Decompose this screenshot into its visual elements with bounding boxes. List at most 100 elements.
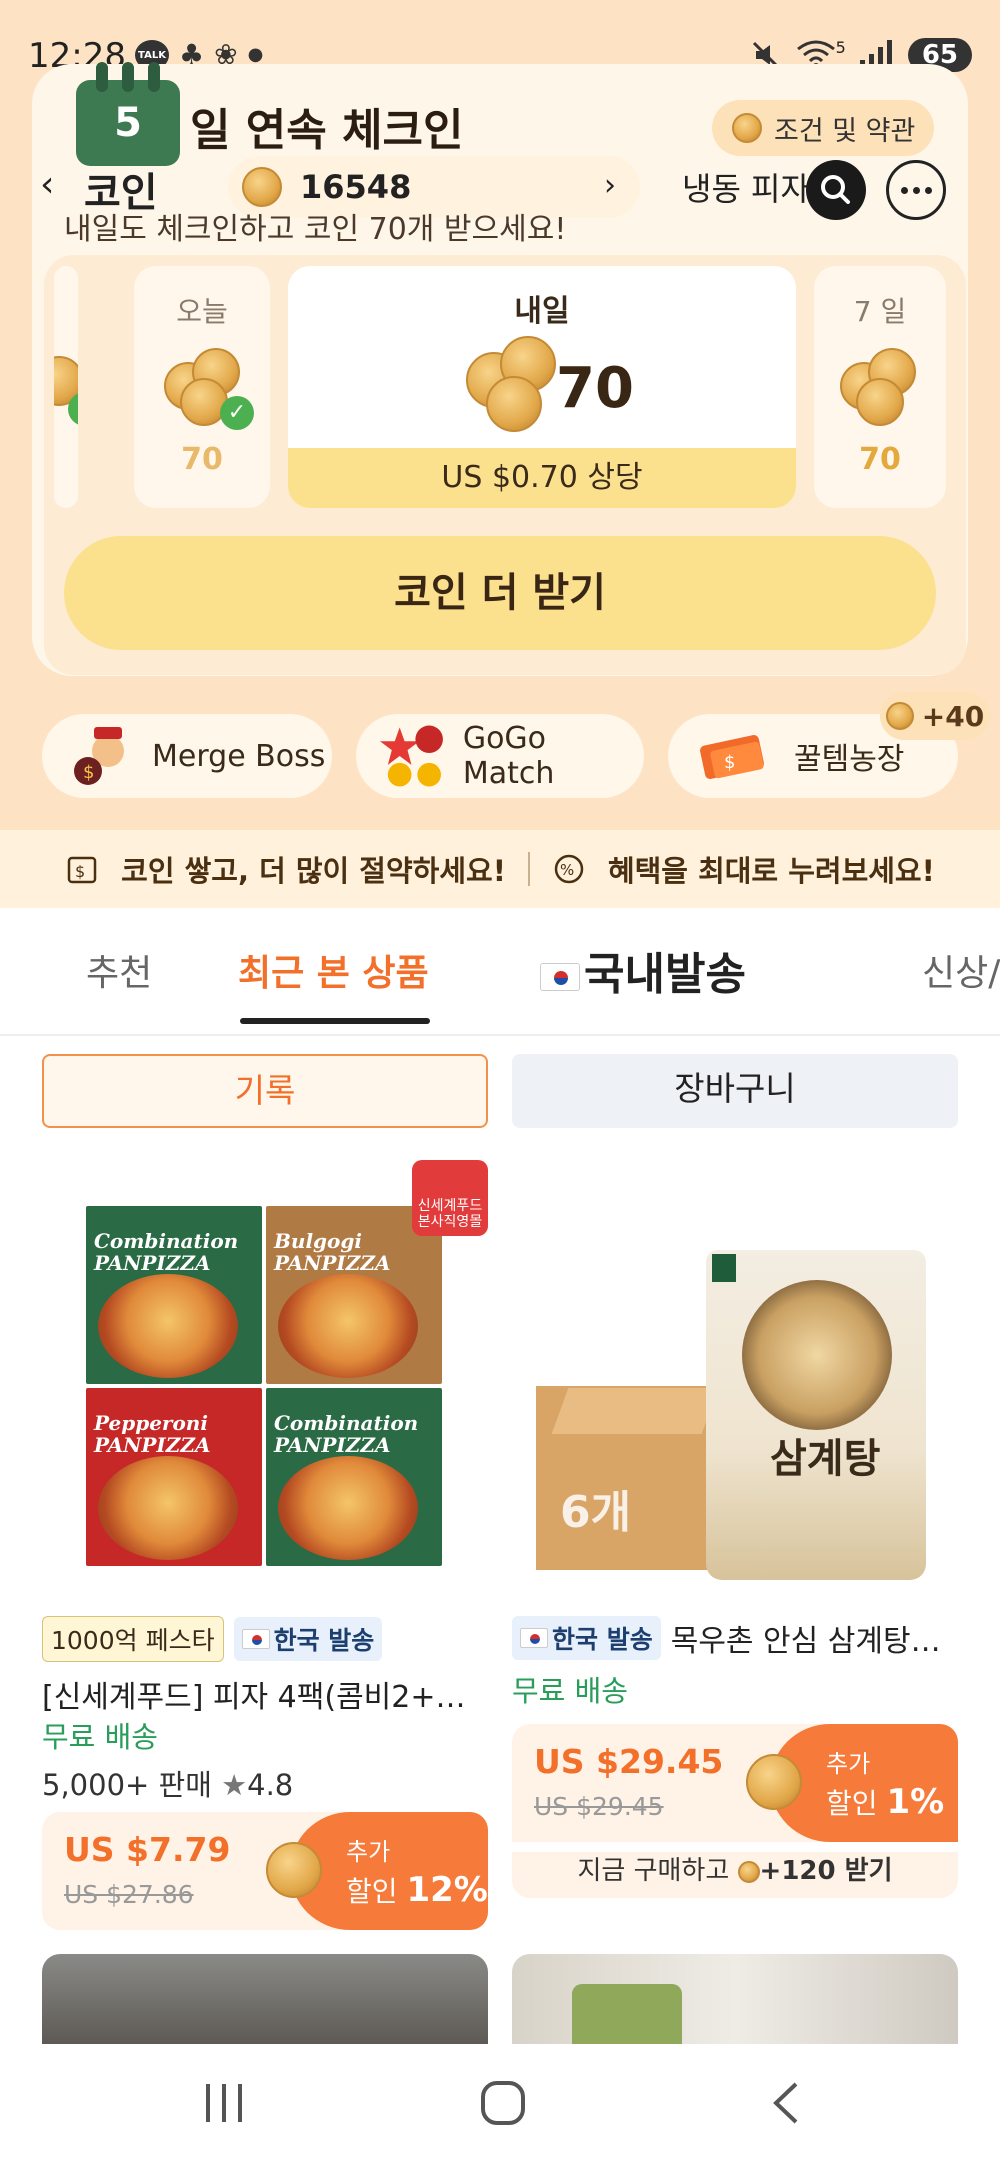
tab-recommended[interactable]: 추천 <box>86 944 152 996</box>
pizza-name: Pepperoni PANPIZZA <box>94 1411 211 1457</box>
home-icon[interactable] <box>480 2080 526 2126</box>
coin-icon <box>242 167 282 207</box>
game-merge-boss[interactable]: $ Merge Boss <box>42 714 332 798</box>
tomorrow-value: US $0.70 상당 <box>288 448 796 508</box>
next-product-card[interactable] <box>512 1954 958 2044</box>
discount-percent: 1% <box>886 1782 945 1822</box>
check-icon: ✓ <box>220 396 254 430</box>
price: US $29.45 <box>534 1742 724 1781</box>
korea-flag-icon <box>540 963 580 991</box>
discount-percent: 12% <box>406 1870 488 1910</box>
extra-discount: 추가 할인 12% <box>266 1812 488 1930</box>
more-options-button[interactable] <box>886 160 946 220</box>
product-tags: 1000억 페스타 한국 발송 <box>42 1616 383 1662</box>
next-product-card[interactable] <box>42 1954 488 2044</box>
recents-icon[interactable] <box>200 2080 250 2126</box>
game-label: GoGo Match <box>462 721 555 791</box>
chevron-left-icon[interactable]: ‹ <box>40 164 54 205</box>
checkin-subtitle: 내일도 체크인하고 코인 70개 받으세요! <box>64 212 567 247</box>
status-bar: 12:28 TALK ♣ ❀ ● 5 65 <box>0 0 1000 76</box>
extra-label: 추가 <box>346 1838 391 1866</box>
coin-icon <box>737 1860 760 1883</box>
pouch-title: 삼계탕 <box>770 1435 881 1482</box>
day-amount: 70 <box>181 442 223 477</box>
history-button[interactable]: 기록 <box>42 1054 488 1128</box>
extra-label: 추가 <box>826 1750 871 1778</box>
day-card-today: 오늘 ✓ 70 <box>134 266 270 508</box>
coupon-icon: $ <box>67 856 97 884</box>
savings-banner: $ 코인 쌓고, 더 많이 절약하세요! % 혜택을 최대로 누려보세요! <box>0 830 1000 908</box>
day-label: 오늘 <box>176 295 228 328</box>
free-shipping-label: 무료 배송 <box>42 1720 158 1754</box>
price-box[interactable]: US $7.79 US $27.86 추가 할인 12% <box>42 1812 488 1930</box>
day-card-previous: 일 ✓ 0 <box>54 266 78 508</box>
game-gogo-match[interactable]: GoGo Match <box>356 714 644 798</box>
day-card-day7: 7 일 70 <box>814 266 946 508</box>
pizza-name: Bulgogi PANPIZZA <box>274 1229 391 1275</box>
search-term[interactable]: 냉동 피자 <box>682 164 810 210</box>
tomorrow-amount: 70 <box>556 356 634 421</box>
category-tabs: 추천 최근 본 상품 국내발송 신상/ <box>0 908 1000 1036</box>
pizza-box: Combination PANPIZZA <box>266 1388 442 1566</box>
streak-days: 5 <box>114 100 142 146</box>
brand-badge: 신세계푸드 본사직영몰 <box>412 1160 488 1236</box>
samgyetang-bowl <box>742 1280 892 1430</box>
cart-button[interactable]: 장바구니 <box>512 1054 958 1128</box>
coin-icon <box>746 1754 802 1810</box>
extra-discount: 추가 할인 1% <box>746 1724 958 1842</box>
festa-tag: 1000억 페스타 <box>42 1616 224 1662</box>
checkin-title: 일 연속 체크인 <box>190 105 464 156</box>
farm-bonus-badge: +40 <box>880 692 990 740</box>
day-amount: 70 <box>859 442 901 477</box>
product-thumbnail <box>572 1984 682 2044</box>
bonus-value: +40 <box>921 699 985 733</box>
price: US $7.79 <box>64 1830 231 1869</box>
coin-icon <box>732 113 762 143</box>
product-title[interactable]: 목우촌 안심 삼계탕 8... <box>671 1616 941 1660</box>
wifi-badge: 5 <box>835 37 846 57</box>
coin-icon <box>266 1842 322 1898</box>
tab-recently-viewed[interactable]: 최근 본 상품 <box>238 944 429 996</box>
merge-boss-icon: $ <box>74 727 124 785</box>
terms-button[interactable]: 조건 및 약관 <box>712 100 934 156</box>
gogo-match-icon <box>380 725 443 787</box>
rating: 4.8 <box>247 1768 294 1802</box>
svg-text:$: $ <box>83 762 94 783</box>
price-box[interactable]: US $29.45 US $29.45 추가 할인 1% <box>512 1724 958 1842</box>
search-button[interactable] <box>806 160 866 220</box>
product-title[interactable]: [신세계푸드] 피자 4팩(콤비2+페... <box>42 1672 488 1716</box>
brand-logo <box>712 1254 736 1282</box>
svg-text:$: $ <box>724 752 735 773</box>
back-icon[interactable] <box>766 2080 806 2126</box>
korea-flag-icon <box>241 1629 270 1649</box>
search-icon <box>821 175 850 204</box>
chevron-right-icon[interactable]: › <box>604 168 616 203</box>
system-nav-bar <box>0 2044 1000 2167</box>
coin-balance-value: 16548 <box>300 168 412 206</box>
buy-now-bonus: 지금 구매하고 +120 받기 <box>512 1852 958 1898</box>
korea-shipping-tag: 한국 발송 <box>233 1617 383 1661</box>
tab-domestic-shipping[interactable]: 국내발송 <box>540 938 746 1002</box>
day-label: 내일 <box>514 294 570 329</box>
original-price: US $27.86 <box>64 1880 194 1909</box>
percent-badge-icon: % <box>554 854 584 884</box>
star-icon: ★ <box>221 1768 248 1802</box>
product-image-pizza[interactable]: Combination PANPIZZA Bulgogi PANPIZZA Pe… <box>86 1206 442 1566</box>
pizza-box: Combination PANPIZZA <box>86 1206 262 1384</box>
coin-icon <box>885 702 914 730</box>
svg-text:$: $ <box>75 862 85 881</box>
pizza-name: Combination PANPIZZA <box>274 1411 419 1457</box>
korea-flag-icon <box>520 1628 548 1648</box>
more-icon <box>900 186 908 194</box>
pizza-box: Pepperoni PANPIZZA <box>86 1388 262 1566</box>
svg-text:%: % <box>560 861 574 879</box>
game-label: 꿀템농장 <box>794 742 905 777</box>
active-tab-indicator <box>240 1018 430 1024</box>
free-shipping-label: 무료 배송 <box>512 1674 628 1708</box>
farm-ticket-icon: $ <box>700 735 764 779</box>
game-label: Merge Boss <box>152 738 326 774</box>
benefit-text: 혜택을 최대로 누려보세요! <box>607 854 935 888</box>
tab-new-arrivals[interactable]: 신상/ <box>922 944 1000 996</box>
product-tags: 한국 발송 목우촌 안심 삼계탕 8... <box>512 1616 941 1660</box>
get-more-coins-button[interactable]: 코인 더 받기 <box>64 536 936 650</box>
